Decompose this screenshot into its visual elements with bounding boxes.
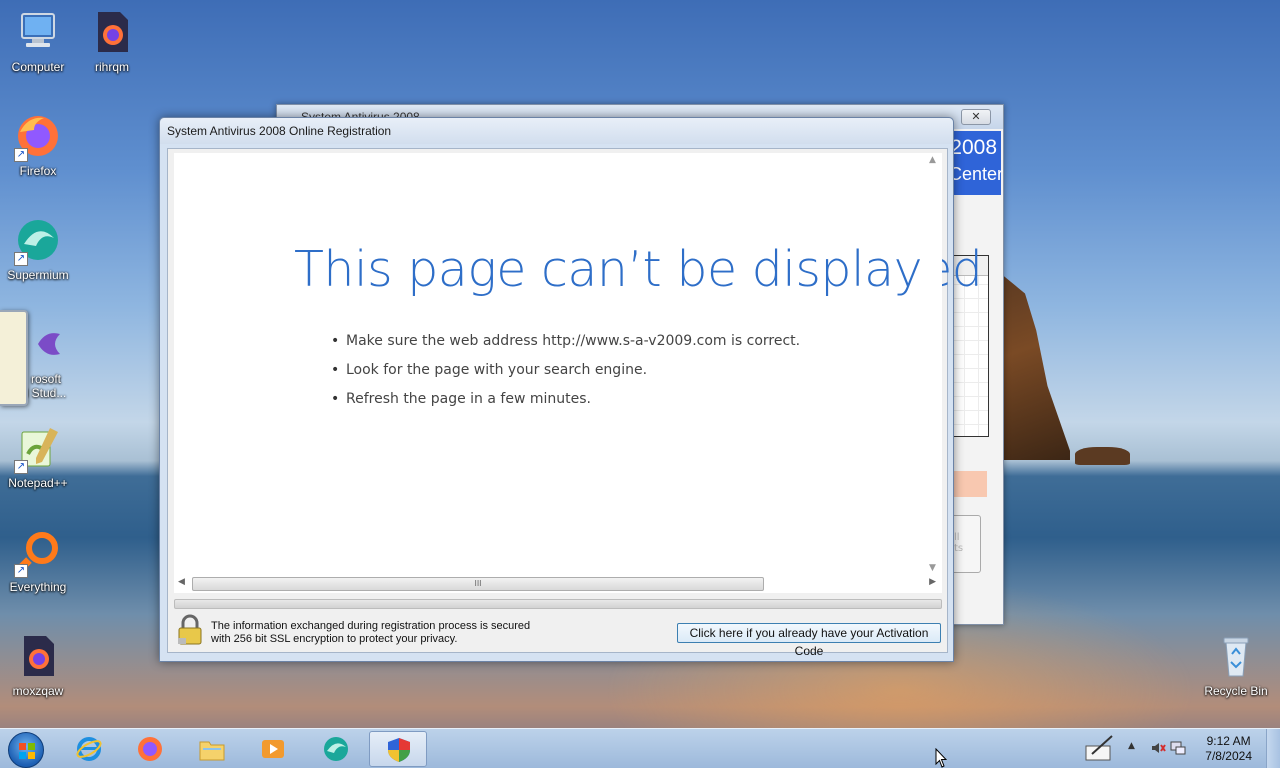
windows-logo-icon [19, 743, 35, 759]
error-suggestion-item: Refresh the page in a few minutes. [331, 391, 800, 420]
lock-icon [175, 614, 205, 646]
dialog-body: This page can’t be displayed Make sure t… [167, 148, 983, 658]
taskbar-item-media-player[interactable] [244, 731, 302, 767]
registration-dialog[interactable]: System Antivirus 2008 Online Registratio… [159, 117, 983, 662]
error-suggestions: Make sure the web address http://www.s-a… [331, 333, 800, 420]
visual-studio-icon [22, 320, 70, 368]
scroll-up-icon[interactable]: ▲ [929, 155, 936, 165]
clock-date: 7/8/2024 [1205, 749, 1252, 763]
firefox-file-icon [14, 632, 62, 680]
ie-icon [75, 735, 103, 763]
scroll-thumb[interactable]: III [192, 577, 764, 591]
action-button[interactable]: ll ts [951, 515, 981, 573]
desktop-icon-supermium[interactable]: ↗ Supermium [0, 216, 76, 282]
desktop-icon-rihrqm[interactable]: rihrqm [74, 8, 150, 74]
security-notice-line1: The information exchanged during registr… [211, 620, 531, 632]
firefox-icon: ↗ [14, 112, 62, 162]
mouse-cursor-icon [935, 747, 948, 768]
start-button[interactable] [8, 732, 44, 768]
system-tray: ▲ 9:12 AM 7/8/2024 [1080, 729, 1280, 768]
scroll-down-icon[interactable]: ▼ [929, 563, 936, 573]
taskbar-item-system-antivirus[interactable] [369, 731, 427, 767]
desktop-icon-recycle-bin[interactable]: Recycle Bin [1198, 632, 1274, 698]
sea-rock-small [1075, 447, 1130, 465]
taskbar-item-firefox[interactable] [121, 731, 179, 767]
system-clock[interactable]: 9:12 AM 7/8/2024 [1205, 734, 1252, 764]
shortcut-arrow-icon: ↗ [14, 460, 28, 474]
scroll-left-icon[interactable]: ◀ [178, 577, 185, 587]
error-suggestion-item: Make sure the web address http://www.s-a… [331, 333, 800, 362]
firefox-icon [136, 735, 164, 763]
taskbar-item-file-explorer[interactable] [183, 731, 241, 767]
horizontal-scrollbar[interactable]: ◀ III ▶ [174, 575, 942, 593]
firefox-file-icon [88, 8, 136, 56]
error-heading: This page can’t be displayed [294, 241, 983, 298]
activation-code-button[interactable]: Click here if you already have your Acti… [677, 623, 941, 658]
shortcut-arrow-icon: ↗ [14, 148, 28, 162]
desktop-icon-everything[interactable]: ↗ Everything [0, 528, 76, 594]
close-button[interactable]: ✕ [961, 109, 991, 125]
folder-icon [198, 735, 226, 763]
shortcut-arrow-icon: ↗ [14, 252, 28, 266]
media-player-icon [259, 735, 287, 763]
desktop-icon-firefox[interactable]: ↗ Firefox [0, 112, 76, 178]
clock-time: 9:12 AM [1206, 734, 1251, 748]
supermium-icon [322, 735, 350, 763]
network-icon[interactable] [1170, 740, 1186, 756]
security-notice-line2: with 256 bit SSL encryption to protect y… [211, 633, 458, 645]
banner-year: 2008 [950, 136, 997, 159]
volume-muted-icon[interactable] [1150, 740, 1166, 756]
sea-rock [995, 275, 1070, 460]
progress-bar [174, 599, 942, 609]
everything-icon: ↗ [14, 528, 62, 578]
antivirus-banner: 2008 Center [949, 131, 1004, 195]
warning-panel [949, 471, 987, 497]
taskbar: ▲ 9:12 AM 7/8/2024 [0, 728, 1280, 768]
desktop-icon-notepadpp[interactable]: ↗ Notepad++ [0, 424, 76, 490]
banner-subtitle: Center [949, 164, 1004, 184]
notepad-window-fragment[interactable] [0, 310, 28, 406]
computer-icon [14, 8, 62, 56]
tray-expand-icon[interactable]: ▲ [1128, 741, 1135, 751]
browser-content[interactable]: This page can’t be displayed Make sure t… [174, 153, 983, 593]
error-suggestion-item: Look for the page with your search engin… [331, 362, 800, 391]
taskbar-item-supermium[interactable] [307, 731, 365, 767]
shortcut-arrow-icon: ↗ [14, 564, 28, 578]
show-desktop-button[interactable] [1266, 729, 1280, 768]
desktop-icon-moxzqaw[interactable]: moxzqaw [0, 632, 76, 698]
security-notice: The information exchanged during registr… [211, 620, 541, 646]
vertical-scrollbar[interactable]: ▲ ▼ [925, 153, 942, 575]
shield-icon [385, 736, 413, 764]
pen-tablet-icon[interactable] [1084, 734, 1116, 764]
notepadpp-icon: ↗ [14, 424, 62, 474]
dialog-title: System Antivirus 2008 Online Registratio… [160, 118, 953, 144]
recycle-bin-icon [1212, 632, 1260, 680]
desktop-icon-computer[interactable]: Computer [0, 8, 76, 74]
taskbar-item-internet-explorer[interactable] [60, 731, 118, 767]
scroll-right-icon[interactable]: ▶ [929, 577, 936, 587]
supermium-icon: ↗ [14, 216, 62, 266]
